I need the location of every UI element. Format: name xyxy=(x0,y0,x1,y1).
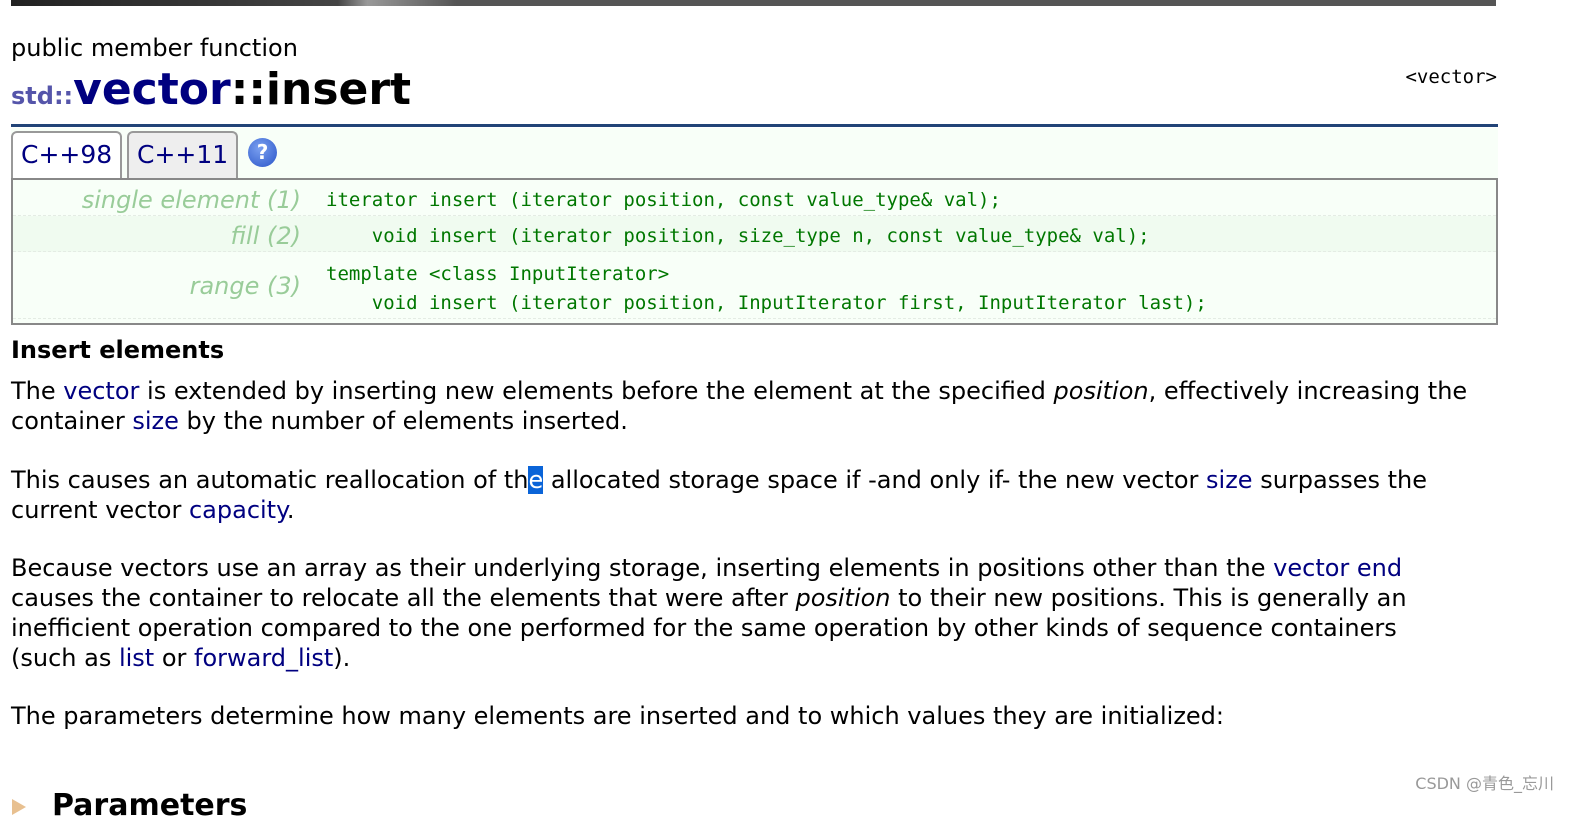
link-size[interactable]: size xyxy=(1206,466,1253,494)
help-icon[interactable]: ? xyxy=(248,138,277,167)
text: position xyxy=(1053,377,1149,405)
text: is extended by inserting new elements be… xyxy=(139,377,1054,405)
declaration-code: void insert (iterator position, size_typ… xyxy=(326,225,1150,247)
title-function: insert xyxy=(265,64,412,115)
site-banner xyxy=(11,0,1496,6)
paragraph-1: The vector is extended by inserting new … xyxy=(11,376,1511,436)
paragraph-4: The parameters determine how many elemen… xyxy=(11,702,1224,730)
tab-cpp11[interactable]: C++11 xyxy=(127,131,239,179)
declarations-table: single element (1) iterator insert (iter… xyxy=(11,178,1498,325)
link-size[interactable]: size xyxy=(132,407,179,435)
link-forward-list[interactable]: forward_list xyxy=(194,644,333,672)
header-link[interactable]: <vector> xyxy=(1405,66,1497,88)
link-list[interactable]: list xyxy=(119,644,154,672)
declaration-label: fill (2) xyxy=(230,222,301,250)
declaration-label: range (3) xyxy=(189,272,301,300)
text: or xyxy=(154,644,195,672)
title-divider xyxy=(11,124,1498,127)
text: This causes an automatic reallocation of… xyxy=(11,466,529,494)
parameters-label: Parameters xyxy=(52,788,248,823)
declaration-row: fill (2) void insert (iterator position,… xyxy=(13,216,1496,252)
text: Because vectors use an array as their un… xyxy=(11,554,1274,582)
text: position xyxy=(795,584,891,612)
version-tabs: C++98 C++11 ? xyxy=(11,128,1498,181)
text: by the number of elements inserted. xyxy=(178,407,628,435)
text: . xyxy=(286,496,295,524)
page-title: std::vector::insert xyxy=(11,64,411,115)
text: causes the container to relocate all the… xyxy=(11,584,796,612)
declaration-row: range (3) template <class InputIterator>… xyxy=(13,252,1496,319)
title-class: vector xyxy=(73,64,231,115)
paragraph-3: Because vectors use an array as their un… xyxy=(11,553,1451,673)
parameters-heading[interactable]: Parameters xyxy=(12,788,247,823)
title-sep: :: xyxy=(230,64,266,115)
title-namespace: std:: xyxy=(11,82,74,110)
tab-cpp98[interactable]: C++98 xyxy=(11,131,123,181)
link-vector-end[interactable]: vector end xyxy=(1273,554,1402,582)
section-title: Insert elements xyxy=(11,336,225,364)
text: allocated storage space if -and only if-… xyxy=(543,466,1207,494)
link-vector[interactable]: vector xyxy=(63,377,139,405)
declaration-row: single element (1) iterator insert (iter… xyxy=(13,180,1496,216)
text-selection: e xyxy=(528,466,544,494)
text: The xyxy=(11,377,64,405)
declaration-label: single element (1) xyxy=(81,186,301,214)
expand-triangle-icon[interactable] xyxy=(12,798,26,815)
paragraph-2: This causes an automatic reallocation of… xyxy=(11,465,1511,525)
text: ). xyxy=(333,644,351,672)
declaration-code: template <class InputIterator> void inse… xyxy=(326,263,1207,314)
member-kind: public member function xyxy=(11,34,298,62)
watermark: CSDN @青色_忘川 xyxy=(1415,774,1554,793)
link-capacity[interactable]: capacity xyxy=(189,496,287,524)
declaration-code: iterator insert (iterator position, cons… xyxy=(326,189,1001,211)
